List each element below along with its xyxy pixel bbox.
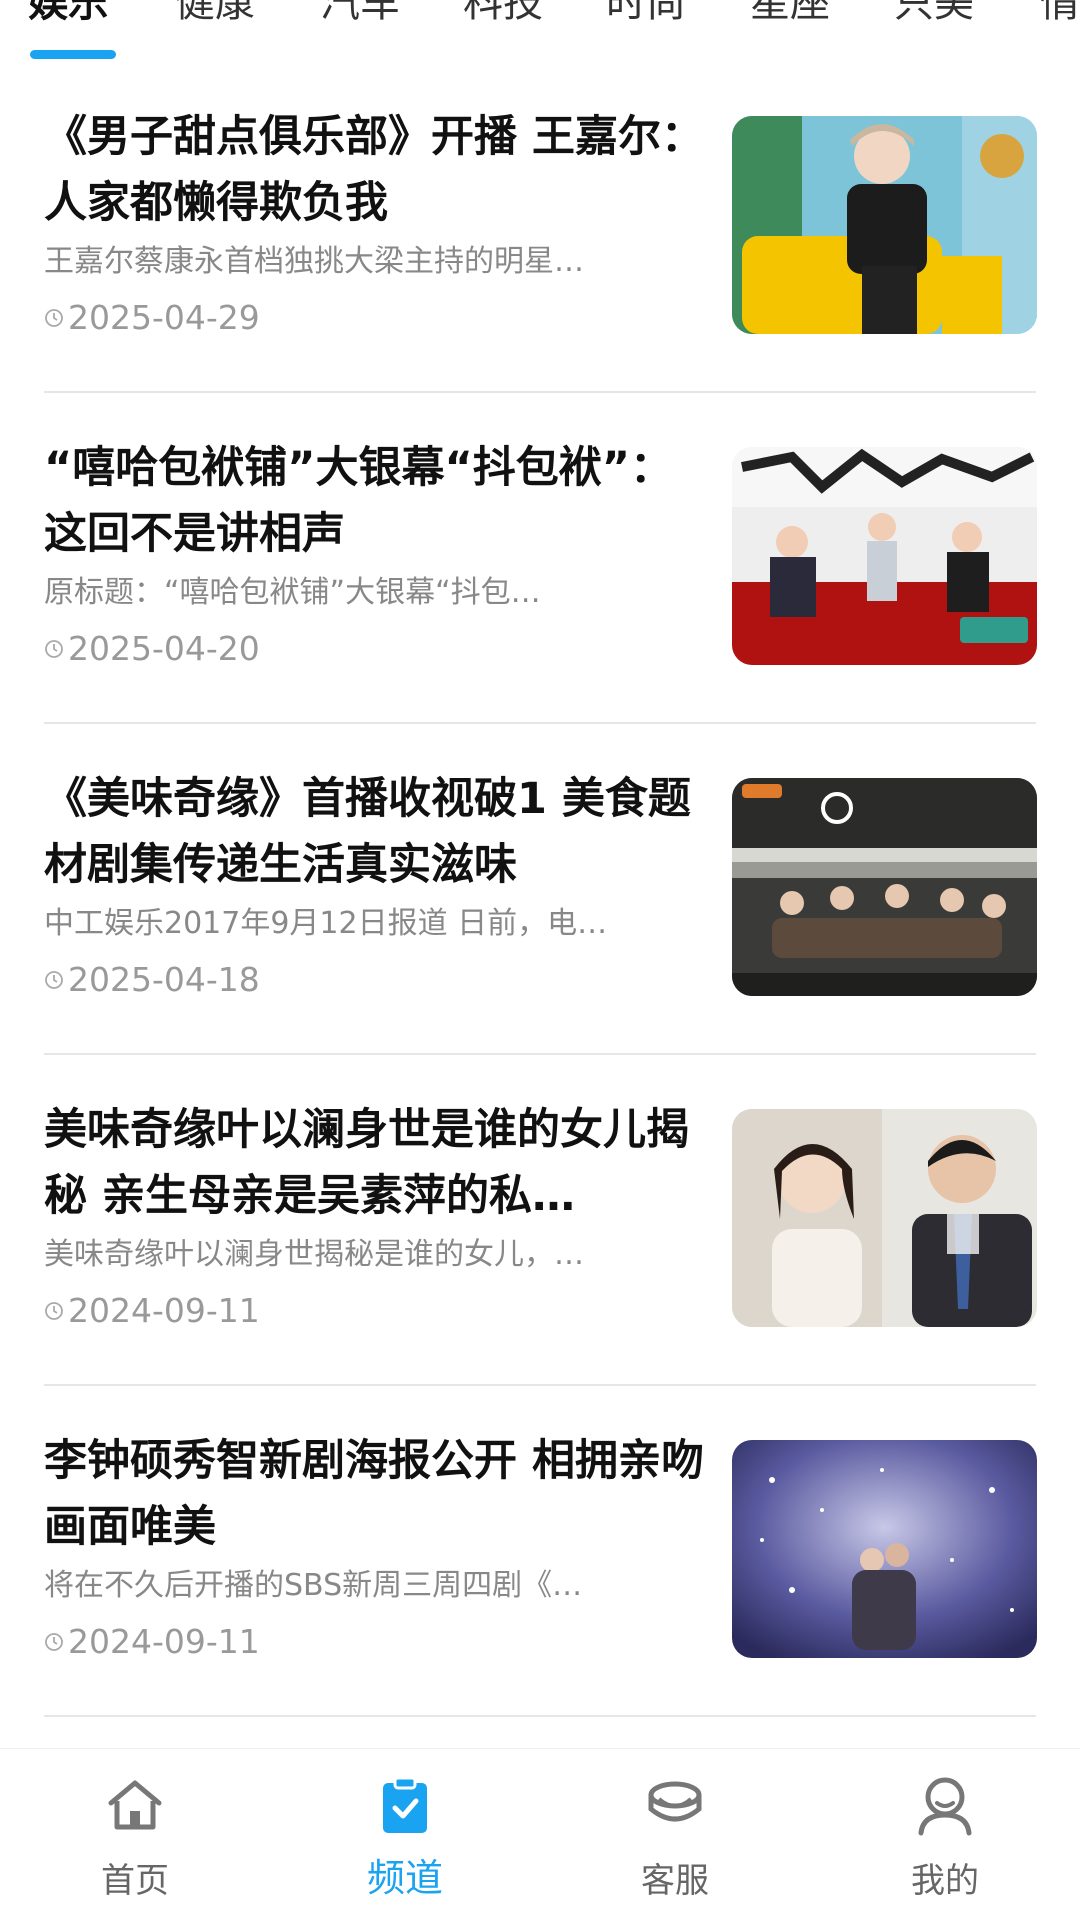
article-summary: 王嘉尔蔡康永首档独挑大梁主持的明星… [44,244,584,279]
divider [44,1715,1036,1717]
article-item[interactable]: 《美味奇缘》首播收视破1 美食题材剧集传递生活真实滋味 中工娱乐2017年9月1… [0,724,1080,1055]
nav-service[interactable]: 客服 [540,1749,810,1921]
nav-home-label: 首页 [101,1861,169,1901]
article-item[interactable]: 李钟硕秀智新剧海报公开 相拥亲吻画面唯美 将在不久后开播的SBS新周三周四剧《…… [0,1386,1080,1717]
article-date: 2025-04-20 [68,629,260,668]
article-date-row: 2025-04-20 [44,629,260,669]
article-date-row: 2024-09-11 [44,1291,260,1331]
clock-icon [45,309,63,327]
headset-icon [648,1781,702,1822]
nav-service-label: 客服 [641,1861,709,1901]
nav-channel-label: 频道 [366,1856,443,1900]
article-date-row: 2024-09-11 [44,1622,260,1662]
channel-tabs: 娱乐 健康 汽车 科技 时尚 星座 只美 情 [0,0,1080,62]
article-date-row: 2025-04-18 [44,960,260,1000]
article-thumbnail[interactable] [732,778,1037,996]
article-date: 2024-09-11 [68,1291,260,1330]
tab-beauty[interactable]: 只美 [894,0,974,28]
active-tab-indicator [30,50,116,59]
nav-mine[interactable]: 我的 [810,1749,1080,1921]
article-summary: 原标题：“嘻哈包袱铺”大银幕“抖包… [44,575,541,610]
tab-horoscope[interactable]: 星座 [750,0,830,28]
clock-icon [45,1302,63,1320]
article-title: 李钟硕秀智新剧海报公开 相拥亲吻画面唯美 [44,1436,704,1552]
clock-icon [45,1633,63,1651]
nav-mine-label: 我的 [911,1861,979,1901]
nav-home[interactable]: 首页 [0,1749,270,1921]
clipboard-check-icon [383,1776,427,1833]
article-thumbnail[interactable] [732,447,1037,665]
article-date: 2025-04-29 [68,298,260,337]
home-icon [108,1780,162,1830]
user-icon [918,1777,972,1836]
article-date: 2025-04-18 [68,960,260,999]
article-summary: 将在不久后开播的SBS新周三周四剧《… [44,1568,583,1603]
article-thumbnail[interactable] [732,116,1037,334]
tab-health[interactable]: 健康 [175,0,255,28]
article-title: 美味奇缘叶以澜身世是谁的女儿揭秘 亲生母亲是吴素萍的私… [44,1105,689,1221]
article-thumbnail[interactable] [732,1440,1037,1658]
article-title: “嘻哈包袱铺”大银幕“抖包袱”：这回不是讲相声 [44,443,674,559]
tab-entertainment[interactable]: 娱乐 [28,0,108,28]
article-title: 《男子甜点俱乐部》开播 王嘉尔：人家都懒得欺负我 [44,112,704,228]
nav-channel[interactable]: 频道 [270,1749,540,1921]
article-summary: 美味奇缘叶以澜身世揭秘是谁的女儿，… [44,1237,584,1272]
article-item[interactable]: “嘻哈包袱铺”大银幕“抖包袱”：这回不是讲相声 原标题：“嘻哈包袱铺”大银幕“抖… [0,393,1080,724]
article-title: 《美味奇缘》首播收视破1 美食题材剧集传递生活真实滋味 [44,774,691,890]
clock-icon [45,971,63,989]
tab-tech[interactable]: 科技 [463,0,543,28]
article-summary: 中工娱乐2017年9月12日报道 日前，电… [44,906,608,941]
article-date: 2024-09-11 [68,1622,260,1661]
article-list: 《男子甜点俱乐部》开播 王嘉尔：人家都懒得欺负我 王嘉尔蔡康永首档独挑大梁主持的… [0,62,1080,1717]
article-item[interactable]: 美味奇缘叶以澜身世是谁的女儿揭秘 亲生母亲是吴素萍的私… 美味奇缘叶以澜身世揭秘… [0,1055,1080,1386]
clock-icon [45,640,63,658]
tab-more[interactable]: 情 [1040,0,1080,28]
article-item[interactable]: 《男子甜点俱乐部》开播 王嘉尔：人家都懒得欺负我 王嘉尔蔡康永首档独挑大梁主持的… [0,62,1080,393]
tab-auto[interactable]: 汽车 [320,0,400,28]
tab-fashion[interactable]: 时尚 [606,0,686,28]
bottom-nav: 首页 频道 客服 我的 [0,1748,1080,1921]
article-thumbnail[interactable] [732,1109,1037,1327]
article-date-row: 2025-04-29 [44,298,260,338]
